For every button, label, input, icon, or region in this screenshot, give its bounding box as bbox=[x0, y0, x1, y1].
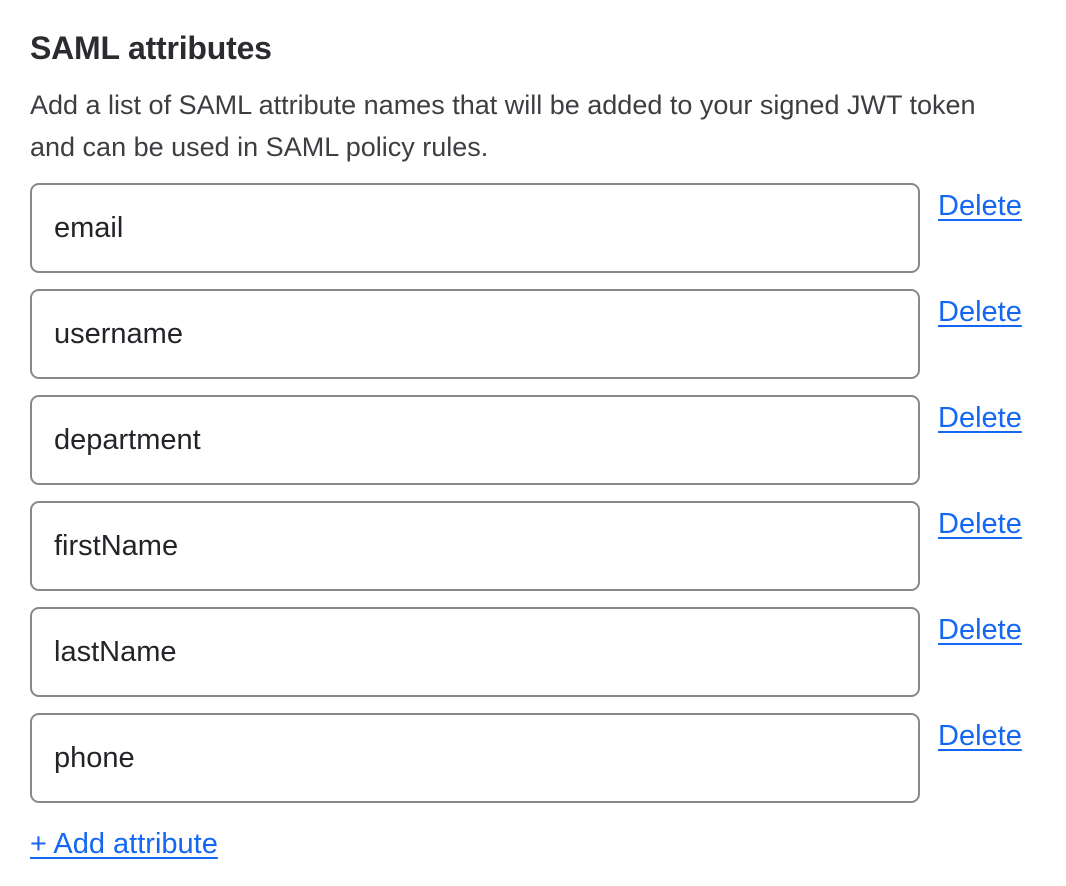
attribute-list: Delete Delete Delete Delete Delete Delet… bbox=[30, 183, 1036, 803]
add-attribute-link[interactable]: + Add attribute bbox=[30, 826, 218, 862]
attribute-row: Delete bbox=[30, 501, 1036, 591]
delete-attribute-link[interactable]: Delete bbox=[938, 613, 1022, 647]
saml-attribute-input[interactable] bbox=[30, 183, 920, 273]
attribute-row: Delete bbox=[30, 607, 1036, 697]
saml-attribute-input[interactable] bbox=[30, 395, 920, 485]
attribute-row: Delete bbox=[30, 183, 1036, 273]
saml-attribute-input[interactable] bbox=[30, 289, 920, 379]
section-title: SAML attributes bbox=[30, 28, 1036, 68]
saml-attribute-input[interactable] bbox=[30, 501, 920, 591]
section-description: Add a list of SAML attribute names that … bbox=[30, 84, 1005, 168]
delete-attribute-link[interactable]: Delete bbox=[938, 295, 1022, 329]
delete-attribute-link[interactable]: Delete bbox=[938, 189, 1022, 223]
saml-attributes-section: SAML attributes Add a list of SAML attri… bbox=[0, 0, 1066, 886]
saml-attribute-input[interactable] bbox=[30, 713, 920, 803]
delete-attribute-link[interactable]: Delete bbox=[938, 719, 1022, 753]
attribute-row: Delete bbox=[30, 289, 1036, 379]
attribute-row: Delete bbox=[30, 713, 1036, 803]
saml-attribute-input[interactable] bbox=[30, 607, 920, 697]
attribute-row: Delete bbox=[30, 395, 1036, 485]
delete-attribute-link[interactable]: Delete bbox=[938, 401, 1022, 435]
delete-attribute-link[interactable]: Delete bbox=[938, 507, 1022, 541]
